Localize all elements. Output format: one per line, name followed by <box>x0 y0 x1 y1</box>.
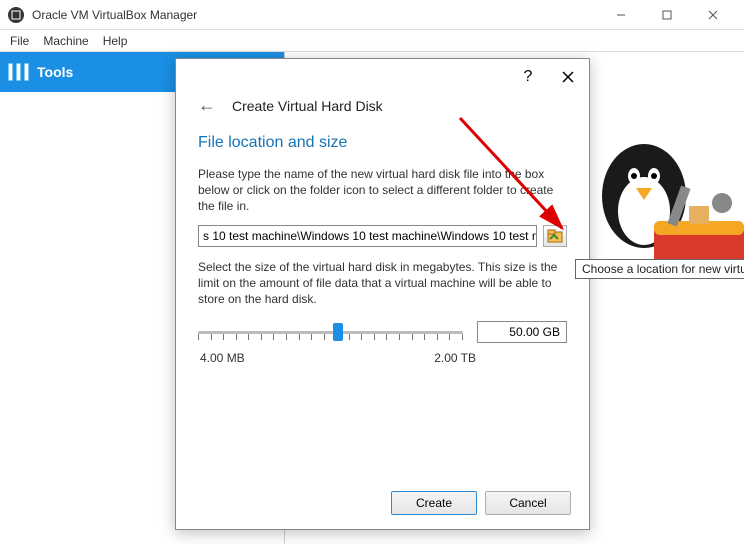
minimize-button[interactable] <box>598 0 644 30</box>
file-path-input[interactable]: s 10 test machine\Windows 10 test machin… <box>198 225 537 247</box>
titlebar: Oracle VM VirtualBox Manager <box>0 0 744 30</box>
menu-machine[interactable]: Machine <box>43 34 88 48</box>
size-input[interactable] <box>477 321 567 343</box>
create-vdisk-dialog: ? ← Create Virtual Hard Disk File locati… <box>175 58 590 530</box>
app-icon <box>8 7 24 23</box>
browse-folder-button[interactable] <box>543 225 567 247</box>
window-title: Oracle VM VirtualBox Manager <box>32 8 598 22</box>
dialog-title: Create Virtual Hard Disk <box>232 98 383 114</box>
para-size: Select the size of the virtual hard disk… <box>198 259 567 308</box>
size-slider[interactable] <box>198 317 463 347</box>
create-button[interactable]: Create <box>391 491 477 515</box>
tools-icon <box>8 63 29 81</box>
sidebar-item-label: Tools <box>37 64 73 80</box>
back-arrow-icon[interactable]: ← <box>198 95 216 116</box>
folder-icon <box>547 229 563 243</box>
section-heading: File location and size <box>198 134 567 152</box>
menu-file[interactable]: File <box>10 34 29 48</box>
menu-help[interactable]: Help <box>103 34 128 48</box>
slider-min-label: 4.00 MB <box>200 351 245 365</box>
slider-max-label: 2.00 TB <box>434 351 476 365</box>
slider-thumb[interactable] <box>333 323 343 341</box>
browse-tooltip: Choose a location for new virtua <box>575 259 744 279</box>
menubar: File Machine Help <box>0 30 744 52</box>
para-location: Please type the name of the new virtual … <box>198 166 567 215</box>
close-button[interactable] <box>690 0 736 30</box>
cancel-button[interactable]: Cancel <box>485 491 571 515</box>
dialog-help-button[interactable]: ? <box>513 62 543 92</box>
dialog-close-button[interactable] <box>553 62 583 92</box>
maximize-button[interactable] <box>644 0 690 30</box>
